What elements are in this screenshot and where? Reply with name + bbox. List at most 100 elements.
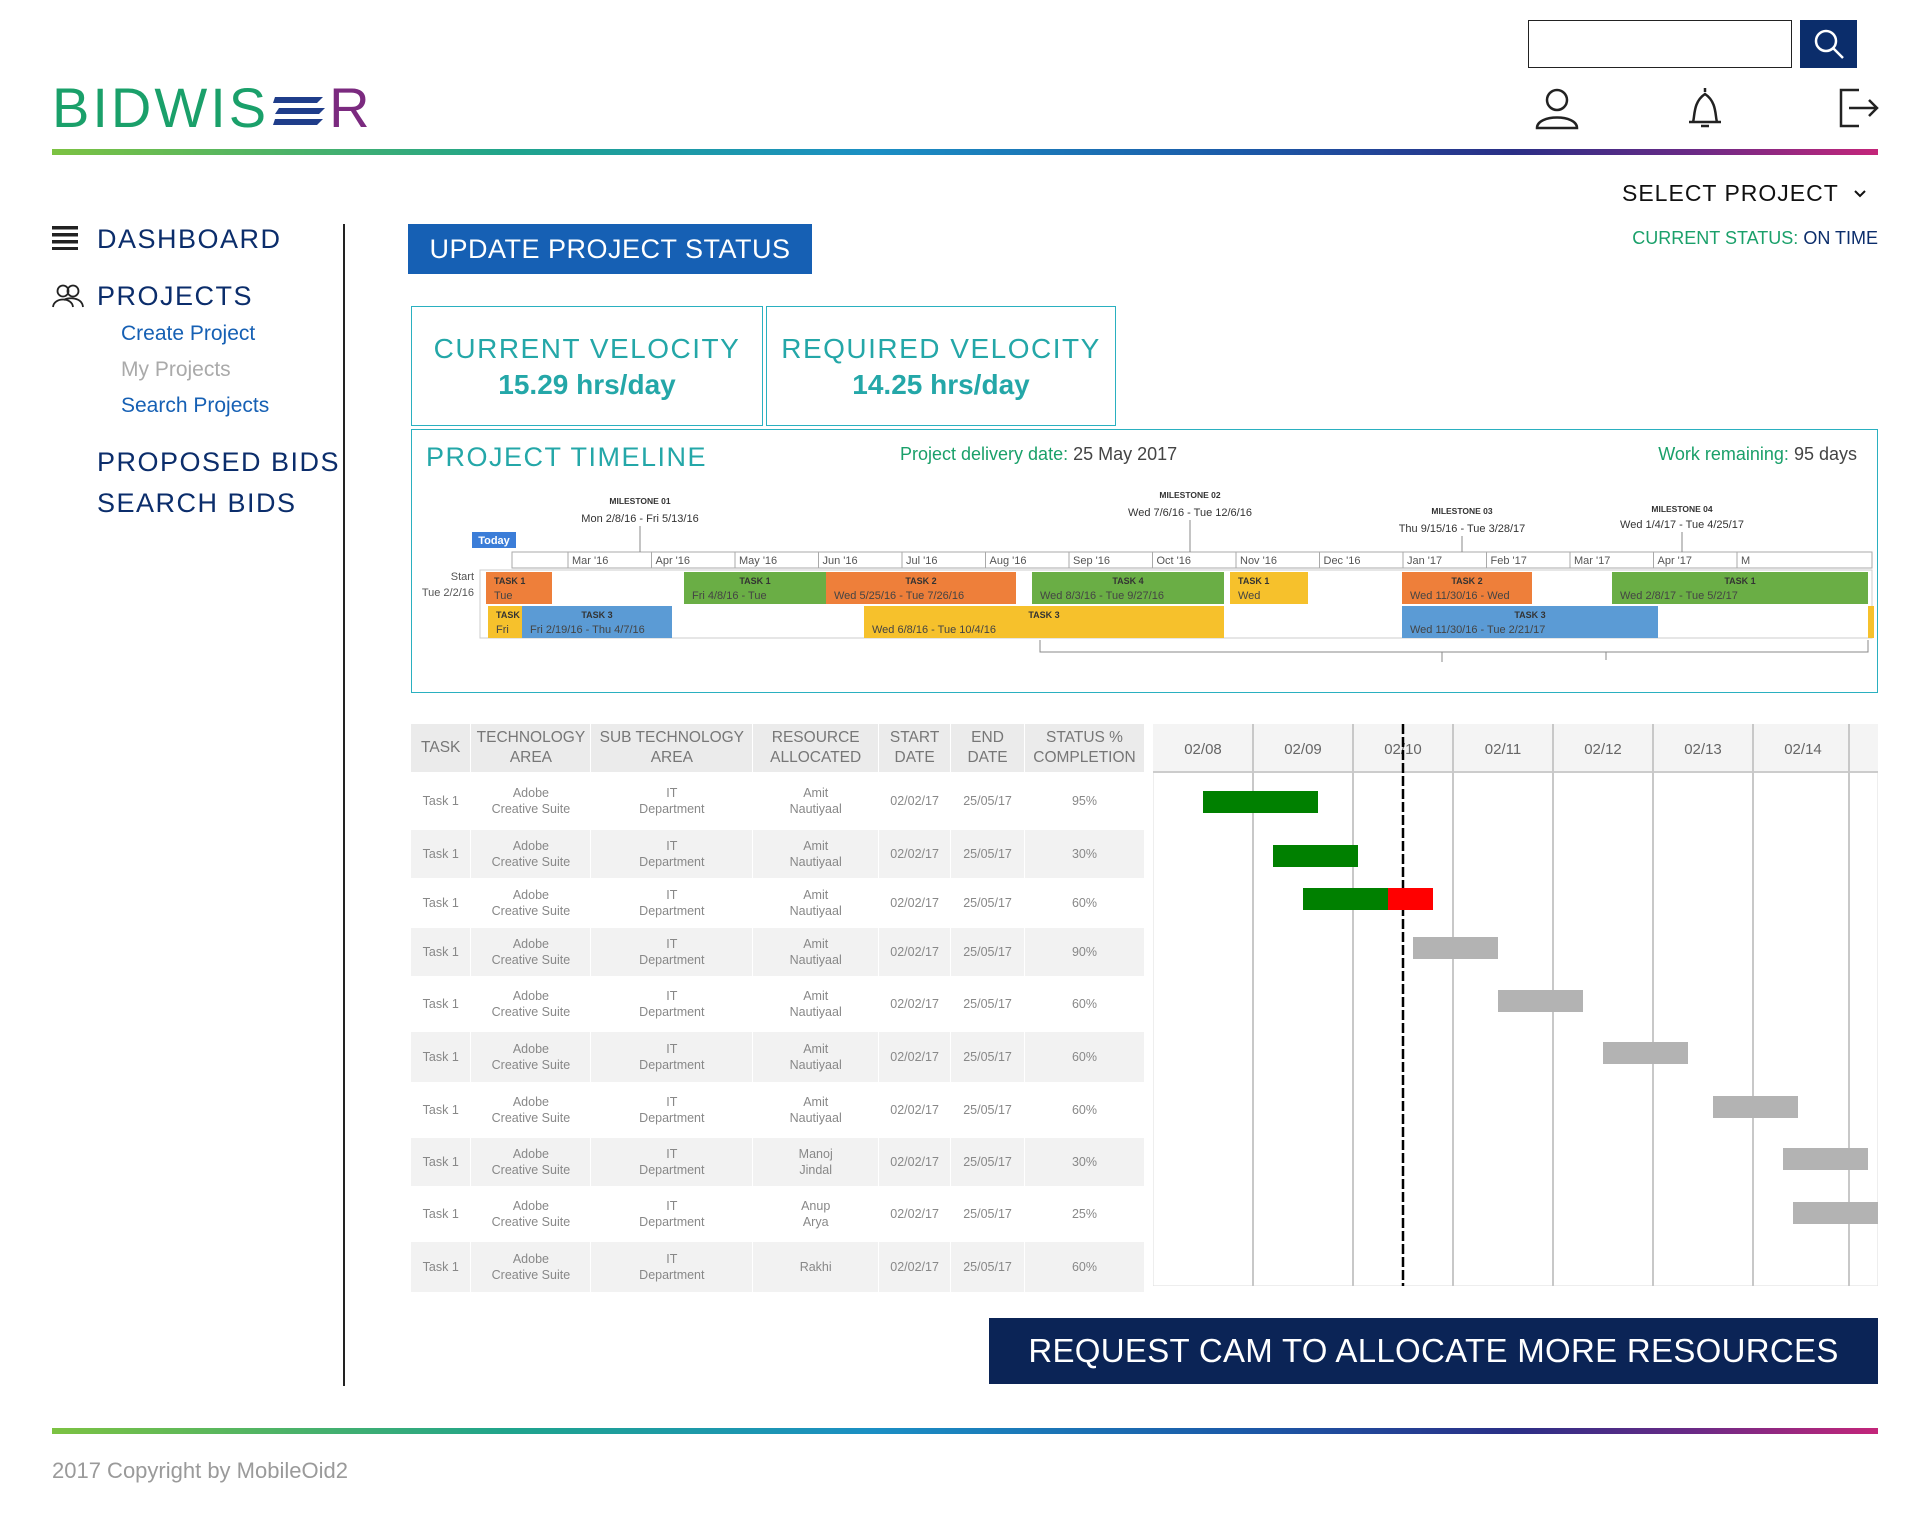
table-cell: 02/02/17 xyxy=(878,1082,952,1138)
required-velocity-value: 14.25 hrs/day xyxy=(852,369,1030,400)
cell-text: Task 1 xyxy=(422,1207,459,1221)
table-cell: IT Department xyxy=(590,976,754,1032)
cell-text: Department xyxy=(639,802,705,816)
table-cell: 25/05/17 xyxy=(950,772,1025,830)
table-cell: Amit Nautiyaal xyxy=(752,928,880,976)
table-row[interactable]: Task 1 Adobe Creative Suite IT Department Ami… xyxy=(411,1032,1145,1082)
gantt-date-label: 02/12 xyxy=(1584,741,1622,758)
user-icon[interactable] xyxy=(1533,84,1581,132)
timeline-bar-dates: Wed 11/30/16 - Tue 2/21/17 xyxy=(1410,624,1545,636)
cell-text: Adobe xyxy=(512,1042,549,1056)
table-cell: IT Department xyxy=(590,1186,754,1242)
cell-text: Task 1 xyxy=(422,847,459,861)
header-text: RESOURCE xyxy=(771,729,860,746)
milestone-dates: Thu 9/15/16 - Tue 3/28/17 xyxy=(1399,523,1526,535)
header-text: AREA xyxy=(509,749,553,766)
table-cell: 02/02/17 xyxy=(878,1138,952,1186)
nav-proposed-bids[interactable]: PROPOSED BIDS xyxy=(97,447,340,478)
timeline-bar-name: TASK 1 xyxy=(739,576,770,586)
cell-text: 02/02/17 xyxy=(890,1155,939,1169)
timeline-chart: Mar '16 Apr '16 May '16 Jun '16 Jul '16 Aug '… xyxy=(422,490,1874,662)
table-cell: 02/02/17 xyxy=(878,878,952,928)
cell-text: Nautiyaal xyxy=(789,1005,842,1019)
gantt-bar[interactable] xyxy=(1603,1042,1688,1064)
cell-text: IT xyxy=(666,1252,678,1266)
table-cell: IT Department xyxy=(590,878,754,928)
table-cell: Amit Nautiyaal xyxy=(752,1082,880,1138)
cell-text: Amit xyxy=(803,1095,829,1109)
sidebar-divider xyxy=(343,224,345,1386)
table-row[interactable]: Task 1 Adobe Creative Suite IT Department Ami… xyxy=(411,928,1145,976)
cell-text: 60% xyxy=(1071,997,1098,1011)
gantt-date-label: 02/09 xyxy=(1284,741,1322,758)
cell-text: IT xyxy=(666,839,678,853)
status-label: CURRENT STATUS: xyxy=(1632,228,1799,248)
cell-text: 02/02/17 xyxy=(890,1103,939,1117)
logout-icon[interactable] xyxy=(1835,84,1883,132)
cell-text: Task 1 xyxy=(422,997,459,1011)
cell-text: Department xyxy=(639,1111,705,1125)
gantt-bar[interactable] xyxy=(1713,1096,1798,1118)
table-cell: Task 1 xyxy=(411,976,472,1032)
required-velocity-card: REQUIRED VELOCITY 14.25 hrs/day xyxy=(766,306,1116,426)
table-cell: IT Department xyxy=(590,830,754,878)
table-row[interactable]: Task 1 Adobe Creative Suite IT Department Ami… xyxy=(411,976,1145,1032)
cell-text: Adobe xyxy=(512,839,549,853)
cell-text: Adobe xyxy=(512,1095,549,1109)
search-input[interactable] xyxy=(1528,20,1792,68)
nav-my-projects[interactable]: My Projects xyxy=(121,358,231,382)
nav-search-projects[interactable]: Search Projects xyxy=(121,394,269,418)
header-divider xyxy=(52,149,1878,155)
table-cell: Adobe Creative Suite xyxy=(470,878,592,928)
select-project-dropdown[interactable]: SELECT PROJECT xyxy=(1622,180,1867,207)
cell-text: Adobe xyxy=(512,1199,549,1213)
table-cell: Manoj Jindal xyxy=(752,1138,880,1186)
timeline-bar-name: TASK 1 xyxy=(494,576,525,586)
table-cell: 60% xyxy=(1024,976,1145,1032)
table-cell: Adobe Creative Suite xyxy=(470,1186,592,1242)
month-label: Feb '17 xyxy=(1491,555,1527,567)
table-cell: 60% xyxy=(1024,878,1145,928)
table-row[interactable]: Task 1 Adobe Creative Suite IT Department Ami… xyxy=(411,1082,1145,1138)
bell-icon[interactable] xyxy=(1681,84,1729,132)
timeline-bar-name: TASK 3 xyxy=(1514,610,1545,620)
table-cell: 60% xyxy=(1024,1032,1145,1082)
nav-projects[interactable]: PROJECTS xyxy=(97,281,253,312)
table-row[interactable]: Task 1 Adobe Creative Suite IT Department Rak… xyxy=(411,1242,1145,1292)
start-label: Start xyxy=(451,571,474,583)
table-cell: IT Department xyxy=(590,1082,754,1138)
month-label: Mar '16 xyxy=(572,555,608,567)
month-label: Jan '17 xyxy=(1407,555,1442,567)
table-row[interactable]: Task 1 Adobe Creative Suite IT Department Ami… xyxy=(411,772,1145,830)
month-label: May '16 xyxy=(739,555,777,567)
search-button[interactable] xyxy=(1800,20,1857,68)
gantt-bar[interactable] xyxy=(1413,937,1498,959)
table-cell: 25/05/17 xyxy=(950,1242,1025,1292)
header-text: STATUS % xyxy=(1046,729,1123,746)
cell-text: 90% xyxy=(1071,945,1098,959)
gantt-bar[interactable] xyxy=(1273,845,1358,867)
table-row[interactable]: Task 1 Adobe Creative Suite IT Department Man… xyxy=(411,1138,1145,1186)
today-label: Today xyxy=(478,535,510,547)
gantt-bar[interactable] xyxy=(1203,791,1318,813)
table-cell: Task 1 xyxy=(411,1032,472,1082)
gantt-bar[interactable] xyxy=(1303,888,1388,910)
cell-text: 02/02/17 xyxy=(890,1050,939,1064)
table-cell: IT Department xyxy=(590,928,754,976)
table-cell: Adobe Creative Suite xyxy=(470,1032,592,1082)
nav-dashboard[interactable]: DASHBOARD xyxy=(97,224,282,255)
table-row[interactable]: Task 1 Adobe Creative Suite IT Department Ami… xyxy=(411,878,1145,928)
gantt-bar[interactable] xyxy=(1498,990,1583,1012)
table-cell: 60% xyxy=(1024,1242,1145,1292)
table-row[interactable]: Task 1 Adobe Creative Suite IT Department Anu… xyxy=(411,1186,1145,1242)
gantt-bar[interactable] xyxy=(1783,1148,1868,1170)
request-resources-button[interactable]: REQUEST CAM TO ALLOCATE MORE RESOURCES xyxy=(989,1318,1878,1384)
cell-text: Rakhi xyxy=(799,1260,832,1274)
timeline-bar-dates: Wed xyxy=(1238,590,1260,602)
gantt-bar[interactable] xyxy=(1793,1202,1878,1224)
update-project-status-button[interactable]: UPDATE PROJECT STATUS xyxy=(408,224,812,274)
nav-search-bids[interactable]: SEARCH BIDS xyxy=(97,488,297,519)
nav-create-project[interactable]: Create Project xyxy=(121,322,255,346)
table-row[interactable]: Task 1 Adobe Creative Suite IT Department Ami… xyxy=(411,830,1145,878)
gantt-bar-overdue[interactable] xyxy=(1388,888,1433,910)
